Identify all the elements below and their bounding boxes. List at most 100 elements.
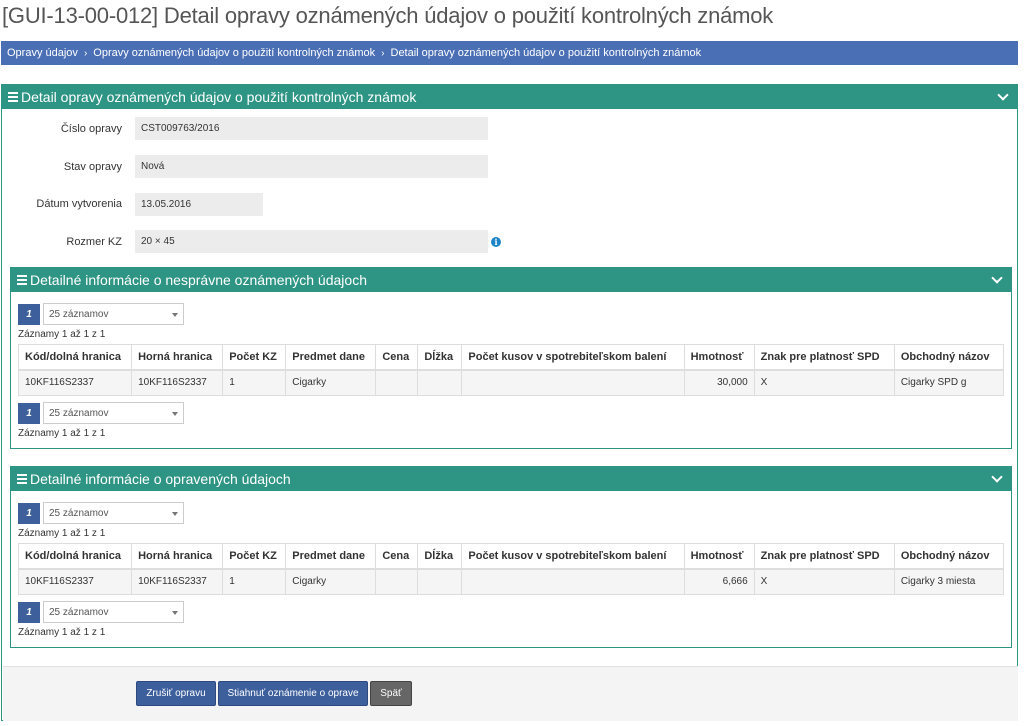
table-cell: 1 bbox=[222, 369, 287, 396]
column-header: Dĺžka bbox=[417, 543, 463, 570]
records-info: Záznamy 1 až 1 z 1 bbox=[18, 428, 106, 439]
table-cell: 10KF116S2337 bbox=[131, 369, 224, 396]
incorrect-panel-header[interactable]: Detailné informácie o nesprávne oznámený… bbox=[11, 268, 1011, 292]
table-cell: 10KF116S2337 bbox=[17, 369, 133, 396]
table-header-row: Kód/dolná hranica Horná hranica Počet KZ… bbox=[17, 344, 1005, 371]
column-header: Hmotnosť bbox=[683, 543, 755, 570]
page-size-select[interactable]: 25 záznamov bbox=[43, 502, 184, 524]
table-cell: 1 bbox=[222, 568, 287, 595]
page-size-value: 25 záznamov bbox=[49, 308, 109, 320]
column-header: Horná hranica bbox=[131, 543, 224, 570]
caret-down-icon bbox=[172, 512, 178, 516]
menu-icon bbox=[17, 273, 27, 287]
records-info: Záznamy 1 až 1 z 1 bbox=[18, 528, 106, 539]
breadcrumb-separator-icon: › bbox=[83, 47, 88, 59]
datum-vytvorenia-field: 13.05.2016 bbox=[135, 193, 263, 216]
pager-bottom: 1 25 záznamov bbox=[18, 402, 184, 424]
menu-icon bbox=[17, 472, 27, 486]
column-header: Obchodný názov bbox=[893, 543, 1005, 570]
column-header: Obchodný názov bbox=[893, 344, 1005, 371]
breadcrumb-separator-icon: › bbox=[381, 47, 385, 59]
back-button[interactable]: Späť bbox=[370, 681, 412, 706]
page-size-value: 25 záznamov bbox=[49, 407, 109, 419]
main-detail-panel: Detail opravy oznámených údajov o použit… bbox=[1, 84, 1018, 721]
corrected-panel-header[interactable]: Detailné informácie o opravených údajoch bbox=[11, 467, 1011, 491]
records-info: Záznamy 1 až 1 z 1 bbox=[18, 627, 106, 638]
download-notice-button[interactable]: Stiahnuť oznámenie o oprave bbox=[218, 681, 368, 706]
breadcrumb-item-opravy-oznamenych[interactable]: Opravy oznámených údajov o použití kontr… bbox=[93, 47, 375, 59]
stav-opravy-label: Stav opravy bbox=[63, 161, 122, 173]
table-cell: 30,000 bbox=[683, 369, 755, 396]
column-header: Počet KZ bbox=[222, 344, 287, 371]
main-panel-header[interactable]: Detail opravy oznámených údajov o použit… bbox=[2, 85, 1017, 109]
table-cell: X bbox=[753, 369, 895, 396]
caret-down-icon bbox=[172, 611, 178, 615]
table-cell: 6,666 bbox=[683, 568, 755, 595]
column-header: Predmet dane bbox=[285, 543, 377, 570]
column-header: Dĺžka bbox=[417, 344, 463, 371]
column-header: Kód/dolná hranica bbox=[17, 543, 133, 570]
corrected-data-table: Kód/dolná hranica Horná hranica Počet KZ… bbox=[17, 543, 1005, 595]
datum-vytvorenia-label: Dátum vytvorenia bbox=[36, 198, 122, 210]
table-cell: 10KF116S2337 bbox=[131, 568, 224, 595]
page-size-select[interactable]: 25 záznamov bbox=[43, 402, 184, 424]
info-icon[interactable]: i bbox=[491, 237, 501, 247]
page-size-select[interactable]: 25 záznamov bbox=[43, 601, 184, 623]
column-header: Počet kusov v spotrebiteľskom balení bbox=[461, 543, 685, 570]
breadcrumb-item-detail[interactable]: Detail opravy oznámených údajov o použit… bbox=[391, 47, 702, 59]
column-header: Horná hranica bbox=[131, 344, 224, 371]
incorrect-data-panel: Detailné informácie o nesprávne oznámený… bbox=[10, 267, 1012, 449]
page-button[interactable]: 1 bbox=[18, 303, 40, 325]
cancel-correction-button[interactable]: Zrušiť opravu bbox=[136, 681, 216, 706]
breadcrumb: Opravy údajov › Opravy oznámených údajov… bbox=[1, 41, 1018, 65]
cislo-opravy-field: CST009763/2016 bbox=[135, 117, 488, 140]
pager-top: 1 25 záznamov bbox=[18, 303, 184, 325]
table-row: 10KF116S2337 10KF116S2337 1 Cigarky 6,66… bbox=[17, 568, 1005, 595]
column-header: Hmotnosť bbox=[683, 344, 755, 371]
breadcrumb-item-opravy-udajov[interactable]: Opravy údajov bbox=[7, 47, 78, 59]
column-header: Znak pre platnosť SPD bbox=[753, 344, 895, 371]
page-button[interactable]: 1 bbox=[18, 402, 40, 424]
incorrect-data-table: Kód/dolná hranica Horná hranica Počet KZ… bbox=[17, 344, 1005, 396]
pager-bottom: 1 25 záznamov bbox=[18, 601, 184, 623]
column-header: Kód/dolná hranica bbox=[17, 344, 133, 371]
main-panel-title: Detail opravy oznámených údajov o použit… bbox=[21, 89, 417, 105]
caret-down-icon bbox=[172, 412, 178, 416]
chevron-down-icon[interactable] bbox=[997, 89, 1009, 101]
caret-down-icon bbox=[172, 313, 178, 317]
column-header: Predmet dane bbox=[285, 344, 377, 371]
page-size-select[interactable]: 25 záznamov bbox=[43, 303, 184, 325]
page-size-value: 25 záznamov bbox=[49, 606, 109, 618]
cislo-opravy-label: Číslo opravy bbox=[60, 123, 122, 135]
pager-top: 1 25 záznamov bbox=[18, 502, 184, 524]
chevron-down-icon[interactable] bbox=[991, 272, 1003, 284]
column-header: Počet KZ bbox=[222, 543, 287, 570]
table-cell: Cigarky 3 miesta bbox=[893, 568, 1005, 595]
table-cell bbox=[461, 369, 685, 396]
stav-opravy-field: Nová bbox=[135, 155, 488, 178]
table-header-row: Kód/dolná hranica Horná hranica Počet KZ… bbox=[17, 543, 1005, 570]
rozmer-kz-label: Rozmer KZ bbox=[66, 236, 122, 248]
page-button[interactable]: 1 bbox=[18, 502, 40, 524]
table-cell: 10KF116S2337 bbox=[17, 568, 133, 595]
table-cell bbox=[461, 568, 685, 595]
table-cell: Cigarky bbox=[285, 369, 377, 396]
incorrect-panel-title: Detailné informácie o nesprávne oznámený… bbox=[30, 272, 367, 288]
corrected-data-panel: Detailné informácie o opravených údajoch… bbox=[10, 466, 1012, 648]
page-title: [GUI-13-00-012] Detail opravy oznámených… bbox=[2, 3, 774, 28]
table-cell: X bbox=[753, 568, 895, 595]
rozmer-kz-field: 20 × 45 bbox=[135, 230, 488, 253]
table-cell bbox=[375, 568, 419, 595]
table-cell bbox=[417, 369, 463, 396]
table-cell: Cigarky SPD g bbox=[893, 369, 1005, 396]
chevron-down-icon[interactable] bbox=[991, 471, 1003, 483]
table-cell: Cigarky bbox=[285, 568, 377, 595]
table-cell bbox=[375, 369, 419, 396]
records-info: Záznamy 1 až 1 z 1 bbox=[18, 329, 106, 340]
column-header: Počet kusov v spotrebiteľskom balení bbox=[461, 344, 685, 371]
table-cell bbox=[417, 568, 463, 595]
page-size-value: 25 záznamov bbox=[49, 507, 109, 519]
column-header: Cena bbox=[375, 543, 419, 570]
page-button[interactable]: 1 bbox=[18, 601, 40, 623]
menu-icon bbox=[8, 90, 18, 104]
